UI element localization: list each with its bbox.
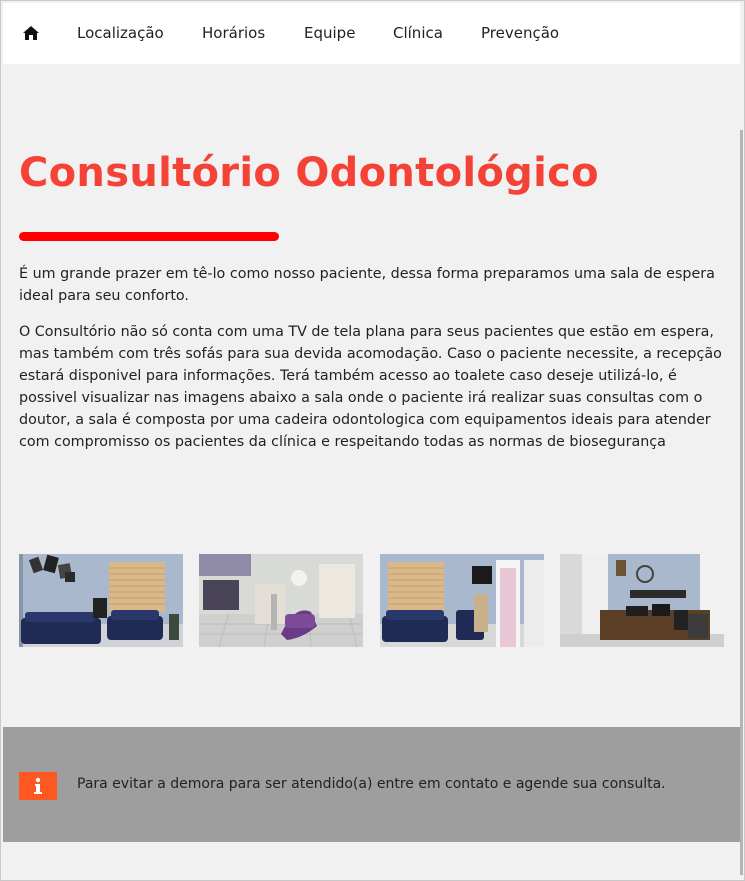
info-icon bbox=[19, 772, 57, 800]
nav-item-prevencao[interactable]: Prevenção bbox=[481, 3, 559, 64]
nav-item-horarios[interactable]: Horários bbox=[202, 3, 265, 64]
gallery-image-dental-chair-room[interactable] bbox=[199, 554, 363, 647]
intro-paragraph: É um grande prazer em tê-lo como nosso p… bbox=[19, 266, 715, 304]
gallery-image-waiting-room-tv[interactable] bbox=[380, 554, 544, 647]
nav-item-clinica[interactable]: Clínica bbox=[393, 3, 443, 64]
info-banner: Para evitar a demora para ser atendido(a… bbox=[3, 727, 740, 842]
info-message: Para evitar a demora para ser atendido(a… bbox=[77, 776, 666, 792]
page-title: Consultório Odontológico bbox=[19, 150, 599, 196]
description-paragraph: O Consultório não só conta com uma TV de… bbox=[19, 324, 722, 450]
title-underline bbox=[19, 232, 279, 241]
nav-item-equipe[interactable]: Equipe bbox=[304, 3, 355, 64]
nav-item-localizacao[interactable]: Localização bbox=[77, 3, 164, 64]
scrollbar[interactable] bbox=[740, 130, 743, 875]
gallery-image-office-desk[interactable] bbox=[560, 554, 724, 647]
gallery-image-waiting-room-sofas[interactable] bbox=[19, 554, 183, 647]
home-icon[interactable] bbox=[23, 26, 39, 40]
top-navigation: Localização Horários Equipe Clínica Prev… bbox=[3, 3, 740, 64]
